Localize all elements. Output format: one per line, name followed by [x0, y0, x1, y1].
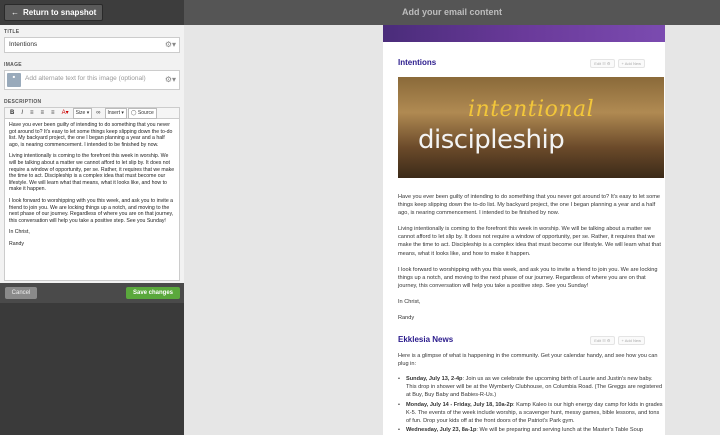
gear-icon[interactable]: ⚙▾ [165, 75, 176, 85]
numbered-list-icon[interactable]: ≡ [38, 108, 48, 119]
gear-icon[interactable]: ⚙▾ [165, 40, 176, 50]
page-title: Add your email content [401, 7, 502, 17]
title-field[interactable]: Intentions ⚙▾ [4, 37, 180, 53]
email-preview: Intentions Edit ☷ ⚙ + Add New intentiona… [383, 25, 665, 435]
event-text: : We will be preparing and serving lunch… [476, 427, 643, 434]
title-value: Intentions [9, 41, 38, 48]
bold-button[interactable]: B [7, 108, 17, 119]
section-title[interactable]: Intentions [398, 58, 436, 67]
title-section-label: TITLE [4, 29, 20, 35]
add-new-chip-label: Add New [624, 61, 641, 66]
edit-chip[interactable]: Edit ☷ ⚙ [590, 336, 615, 345]
email-canvas: Intentions Edit ☷ ⚙ + Add New intentiona… [184, 25, 720, 435]
edit-chip-label: Edit [594, 338, 602, 343]
insert-label: Insert [107, 109, 121, 116]
rich-text-toolbar: B I ≡ ≡ ≡ A▾ Size ▾ ∞ Insert ▾ ◯ Source [4, 107, 180, 119]
events-list: Sunday, July 13, 2-4p: Join us as we cel… [398, 375, 664, 435]
editor-action-bar: Cancel Save changes [0, 283, 184, 303]
email-header-banner [383, 25, 665, 42]
add-new-chip[interactable]: + Add New [617, 59, 645, 68]
event-when: Sunday, July 13, 2-4p [406, 376, 463, 382]
list-item[interactable]: Sunday, July 13, 2-4p: Join us as we cel… [398, 375, 664, 400]
event-when: Monday, July 14 - Friday, July 18, 10a-2… [406, 401, 514, 408]
save-changes-button[interactable]: Save changes [126, 287, 180, 299]
email-paragraph[interactable]: Randy [398, 314, 664, 322]
content-editor: TITLE Intentions ⚙▾ IMAGE ■ Add alternat… [0, 25, 184, 283]
description-paragraph: In Christ, [9, 229, 30, 236]
return-label: Return to snapshot [23, 8, 97, 17]
size-dropdown[interactable]: Size ▾ [72, 107, 93, 119]
text-color-icon[interactable]: A▾ [59, 108, 72, 119]
description-paragraph: I look forward to worshipping with you t… [9, 197, 174, 224]
hero-word-intentional: intentional [468, 97, 595, 122]
size-label: Size [75, 109, 86, 116]
list-item[interactable]: Monday, July 14 - Friday, July 18, 10a-2… [398, 401, 664, 426]
description-section-label: DESCRIPTION [4, 99, 42, 105]
image-thumbnail[interactable]: ■ [7, 73, 21, 87]
email-paragraph[interactable]: Have you ever been guilty of intending t… [398, 193, 664, 218]
image-section-label: IMAGE [4, 62, 22, 68]
return-to-snapshot-button[interactable]: ← Return to snapshot [4, 4, 104, 21]
add-new-chip-label: Add New [624, 338, 641, 343]
email-paragraph[interactable]: In Christ, [398, 298, 664, 306]
bulleted-list-icon[interactable]: ≡ [27, 108, 37, 119]
top-bar: Add your email content [184, 0, 720, 25]
section-edit-controls: Edit ☷ ⚙ + Add New [590, 59, 645, 68]
section-title[interactable]: Ekklesia News [398, 335, 453, 344]
list-item[interactable]: Wednesday, July 23, 8a-1p: We will be pr… [398, 426, 664, 434]
image-field[interactable]: ■ Add alternate text for this image (opt… [4, 70, 180, 90]
source-label: Source [137, 109, 154, 116]
description-textarea[interactable]: Have you ever been guilty of intending t… [4, 119, 180, 281]
description-paragraph: Randy [9, 240, 24, 247]
alt-text-input[interactable]: Add alternate text for this image (optio… [25, 75, 146, 82]
insert-dropdown[interactable]: Insert ▾ [104, 107, 127, 119]
section-edit-controls: Edit ☷ ⚙ + Add New [590, 336, 645, 345]
left-top-bar: ← Return to snapshot [0, 0, 184, 25]
italic-button[interactable]: I [18, 108, 26, 119]
description-paragraph: Have you ever been guilty of intending t… [9, 122, 173, 148]
email-paragraph[interactable]: Living intentionally is coming to the fo… [398, 225, 664, 258]
edit-chip-label: Edit [594, 61, 602, 66]
left-panel: ← Return to snapshot TITLE Intentions ⚙▾… [0, 0, 184, 435]
hero-image[interactable]: intentional discipleship [398, 77, 664, 178]
news-intro[interactable]: Here is a glimpse of what is happening i… [398, 352, 664, 368]
edit-chip[interactable]: Edit ☷ ⚙ [590, 59, 615, 68]
event-when: Wednesday, July 23, 8a-1p [406, 427, 477, 434]
add-new-chip[interactable]: + Add New [617, 336, 645, 345]
hero-word-discipleship: discipleship [418, 125, 565, 155]
description-paragraph: Living intentionally is coming to the fo… [9, 153, 175, 193]
arrow-left-icon: ← [11, 8, 19, 17]
cancel-button[interactable]: Cancel [5, 287, 37, 299]
source-button[interactable]: ◯ Source [127, 107, 157, 119]
email-paragraph[interactable]: I look forward to worshipping with you t… [398, 266, 664, 291]
link-icon[interactable]: ∞ [93, 108, 103, 119]
align-icon[interactable]: ≡ [48, 108, 58, 119]
